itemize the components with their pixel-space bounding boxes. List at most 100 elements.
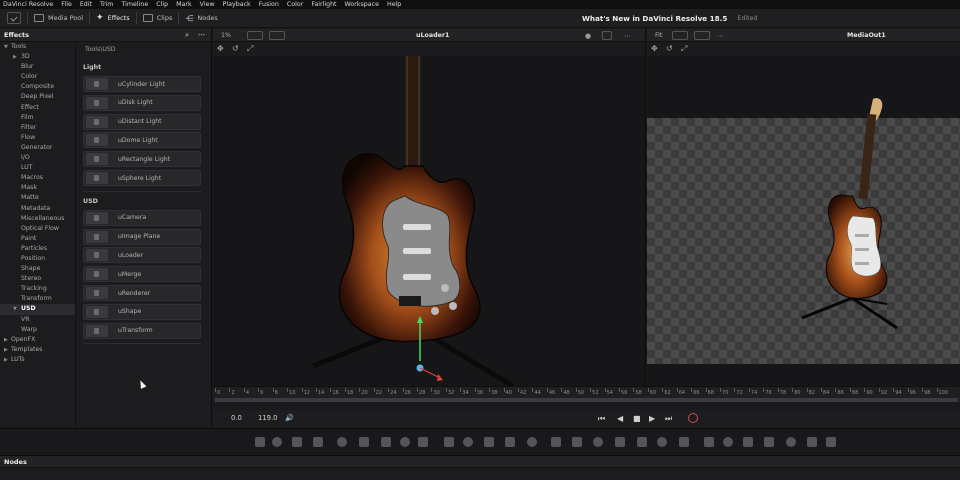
resize-icon[interactable] xyxy=(463,437,473,447)
tree-item-stereo[interactable]: Stereo xyxy=(0,274,75,284)
tool-item[interactable]: uDistant Light xyxy=(83,113,201,130)
tree-item-filter[interactable]: Filter xyxy=(0,123,75,133)
tree-item-tracking[interactable]: Tracking xyxy=(0,284,75,294)
tree-item-warp[interactable]: Warp xyxy=(0,325,75,335)
workspace-dropdown[interactable] xyxy=(7,12,21,24)
channel-dropdown-right[interactable] xyxy=(694,31,710,40)
tree-item-generator[interactable]: Generator xyxy=(0,143,75,153)
audio-icon[interactable]: 🔊 xyxy=(285,414,294,422)
tree-item-transform[interactable]: Transform xyxy=(0,294,75,304)
tree-item-miscellaneous[interactable]: Miscellaneous xyxy=(0,214,75,224)
channel-dropdown[interactable] xyxy=(269,31,285,40)
chevron-right-icon[interactable]: ▶ xyxy=(4,345,8,355)
channel-booleans-icon[interactable] xyxy=(505,437,515,447)
search-icon[interactable]: ⌕ xyxy=(185,31,189,40)
menu-item-help[interactable]: Help xyxy=(387,0,401,9)
tool-item[interactable]: uDome Light xyxy=(83,132,201,149)
tree-item-metadata[interactable]: Metadata xyxy=(0,204,75,214)
chevron-right-icon[interactable]: ▶ xyxy=(13,52,17,62)
expand-icon[interactable]: ⤢ xyxy=(681,44,687,54)
play-icon[interactable]: ▶ xyxy=(649,414,655,423)
tool-item[interactable]: uDisk Light xyxy=(83,94,201,111)
tool-item[interactable]: uTransform xyxy=(83,322,201,339)
stop-icon[interactable]: ■ xyxy=(633,414,641,423)
loop-icon[interactable] xyxy=(688,413,698,423)
tree-item-macros[interactable]: Macros xyxy=(0,173,75,183)
tool-item[interactable]: uLoader xyxy=(83,247,201,264)
tree-item-position[interactable]: Position xyxy=(0,254,75,264)
brightness-icon[interactable] xyxy=(444,437,454,447)
tree-item-openfx[interactable]: ▶ OpenFX xyxy=(0,335,75,345)
blur-icon[interactable] xyxy=(359,437,369,447)
viewer-more-icon[interactable]: ⋯ xyxy=(624,32,631,40)
tree-item-matte[interactable]: Matte xyxy=(0,193,75,203)
text-icon[interactable] xyxy=(292,437,302,447)
reset-icon[interactable]: ↺ xyxy=(232,44,239,53)
tree-item-luts[interactable]: ▶ LUTs xyxy=(0,355,75,365)
merge-icon[interactable] xyxy=(337,437,347,447)
tool-item[interactable]: uImage Plane xyxy=(83,228,201,245)
particles-icon[interactable] xyxy=(679,437,689,447)
tool-item[interactable]: uRectangle Light xyxy=(83,151,201,168)
background-icon[interactable] xyxy=(255,437,265,447)
color-corrector-icon[interactable] xyxy=(381,437,391,447)
chevron-down-icon[interactable]: ▼ xyxy=(13,304,17,314)
tree-item-composite[interactable]: Composite xyxy=(0,82,75,92)
effects-button[interactable]: ✦ Effects xyxy=(90,9,136,28)
nodes-button[interactable]: ⋲ Nodes xyxy=(179,9,223,28)
tool-item[interactable]: uRenderer xyxy=(83,285,201,301)
go-to-start-icon[interactable]: ⏮ xyxy=(598,414,605,424)
tree-item-i-o[interactable]: I/O xyxy=(0,153,75,163)
text-plus-icon[interactable] xyxy=(272,437,282,447)
move-icon[interactable]: ✥ xyxy=(651,44,658,53)
tracker-icon[interactable] xyxy=(637,437,647,447)
go-to-end-icon[interactable]: ⏭ xyxy=(665,414,672,424)
glow-icon[interactable] xyxy=(418,437,428,447)
zoom-fit[interactable]: Fit xyxy=(655,32,662,39)
tool-item[interactable]: uCylinder Light xyxy=(83,76,201,92)
tool-item[interactable]: uCamera xyxy=(83,209,201,226)
chevron-right-icon[interactable]: ▶ xyxy=(4,355,8,365)
viewer-left-canvas[interactable] xyxy=(213,56,645,386)
merge-3d-icon[interactable] xyxy=(743,437,753,447)
loader-icon[interactable] xyxy=(527,437,537,447)
rectangle-mask-icon[interactable] xyxy=(551,437,561,447)
tree-item-particles[interactable]: Particles xyxy=(0,244,75,254)
tree-item-deep-pixel[interactable]: Deep Pixel xyxy=(0,92,75,102)
chevron-right-icon[interactable]: ▶ xyxy=(4,335,8,345)
tree-item-blur[interactable]: Blur xyxy=(0,62,75,72)
tree-item-templates[interactable]: ▶ Templates xyxy=(0,345,75,355)
play-reverse-icon[interactable]: ◀ xyxy=(617,414,623,423)
tree-item-tools[interactable]: ▼ Tools xyxy=(0,42,75,52)
tree-item-optical-flow[interactable]: Optical Flow xyxy=(0,224,75,234)
shape-3d-icon[interactable] xyxy=(704,437,714,447)
tree-item-usd[interactable]: ▼ USD xyxy=(0,304,75,315)
menu-item-playback[interactable]: Playback xyxy=(223,0,251,9)
tree-item-flow[interactable]: Flow xyxy=(0,133,75,143)
camera-3d-icon[interactable] xyxy=(723,437,733,447)
polygon-mask-icon[interactable] xyxy=(593,437,603,447)
menu-item-fusion[interactable]: Fusion xyxy=(259,0,279,9)
end-frame-field[interactable]: 119.0 xyxy=(258,414,277,422)
planar-tracker-icon[interactable] xyxy=(657,437,667,447)
light-3d-icon[interactable] xyxy=(764,437,774,447)
tree-item-mask[interactable]: Mask xyxy=(0,183,75,193)
viewer-right-more-icon[interactable]: ⋯ xyxy=(717,32,724,40)
menu-item-color[interactable]: Color xyxy=(287,0,303,9)
tree-item-effect[interactable]: Effect xyxy=(0,103,75,113)
timeline-scrubber[interactable] xyxy=(215,398,958,402)
tree-item-color[interactable]: Color xyxy=(0,72,75,82)
ellipse-mask-icon[interactable] xyxy=(572,437,582,447)
transform-icon[interactable] xyxy=(484,437,494,447)
tree-item-paint[interactable]: Paint xyxy=(0,234,75,244)
media-pool-button[interactable]: Media Pool xyxy=(28,9,89,28)
move-icon[interactable]: ✥ xyxy=(217,44,224,53)
timeline-ruler[interactable]: 0 2 4 6 8 10 12 14 16 18 20 22 24 26 28 30 32 34 36 38 40 42 4… xyxy=(213,386,960,402)
roi-toggle[interactable] xyxy=(602,31,612,40)
color-dot-icon[interactable]: ● xyxy=(585,32,591,40)
viewer-right-canvas[interactable] xyxy=(647,56,960,386)
tree-item-film[interactable]: Film xyxy=(0,113,75,123)
tree-item-shape[interactable]: Shape xyxy=(0,264,75,274)
fast-noise-icon[interactable] xyxy=(826,437,836,447)
view-options-dropdown[interactable] xyxy=(247,31,263,40)
